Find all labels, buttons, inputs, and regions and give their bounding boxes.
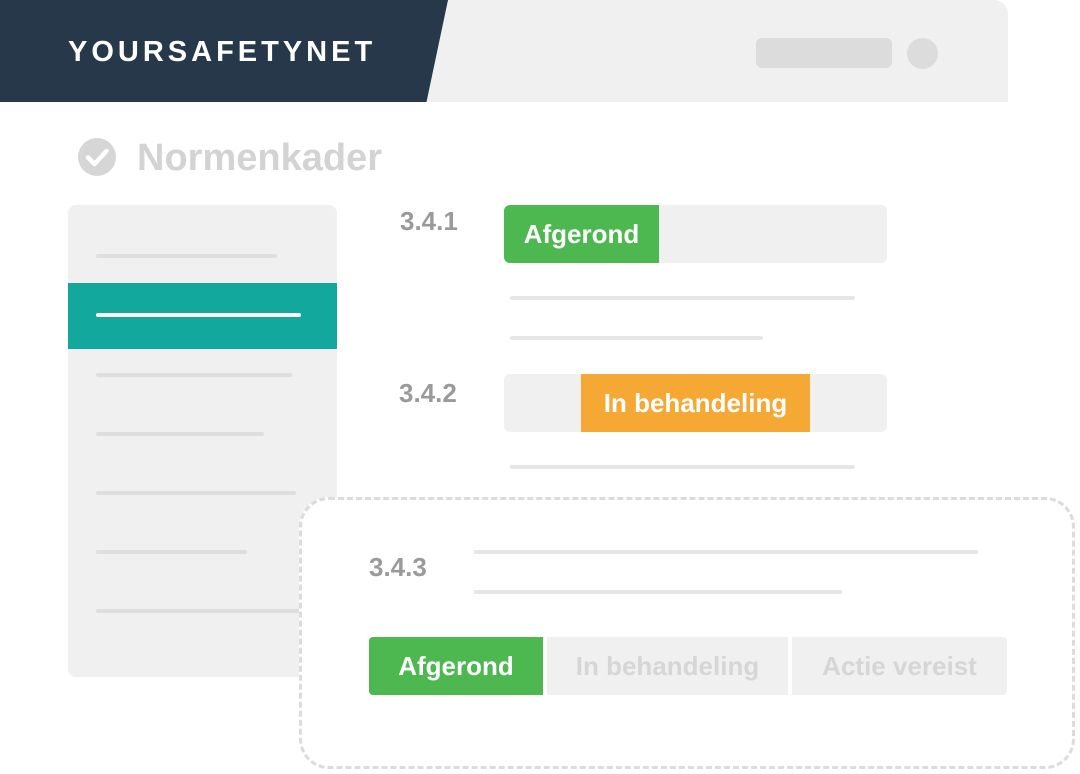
sidebar-item[interactable]: [96, 254, 277, 258]
top-bar: YOURSAFETYNET: [0, 0, 1008, 102]
status-badge: In behandeling: [581, 374, 810, 432]
item-description-line: [510, 465, 855, 469]
sidebar-item[interactable]: [96, 491, 296, 495]
search-bar[interactable]: [756, 38, 892, 68]
sidebar-item[interactable]: [96, 609, 305, 613]
status-bar[interactable]: Afgerond: [504, 205, 887, 263]
status-bar[interactable]: In behandeling: [504, 374, 887, 432]
item-number: 3.4.2: [399, 378, 457, 408]
status-badge: Afgerond: [504, 205, 659, 263]
app-mockup: YOURSAFETYNET Normenkader 3.4.1 Afgerond…: [0, 0, 1080, 774]
sidebar: [68, 205, 337, 677]
item-description-line: [474, 590, 842, 594]
item-description-line: [474, 550, 978, 554]
item-number: 3.4.3: [369, 552, 427, 582]
sidebar-item[interactable]: [96, 550, 247, 554]
item-card-highlighted: [299, 497, 1075, 769]
status-option-actie-vereist[interactable]: Actie vereist: [792, 637, 1007, 695]
status-option-afgerond[interactable]: Afgerond: [369, 637, 543, 695]
sidebar-item-active[interactable]: [68, 283, 337, 349]
page-title: Normenkader: [137, 137, 382, 179]
sidebar-item-active-label: [96, 313, 301, 317]
sidebar-item[interactable]: [96, 432, 264, 436]
status-option-in-behandeling[interactable]: In behandeling: [547, 637, 788, 695]
avatar[interactable]: [907, 38, 938, 69]
item-description-line: [510, 296, 855, 300]
item-description-line: [510, 336, 763, 340]
brand-logo: YOURSAFETYNET: [68, 36, 377, 68]
sidebar-item[interactable]: [96, 373, 292, 377]
check-circle-icon: [78, 138, 116, 176]
item-number: 3.4.1: [400, 206, 458, 236]
